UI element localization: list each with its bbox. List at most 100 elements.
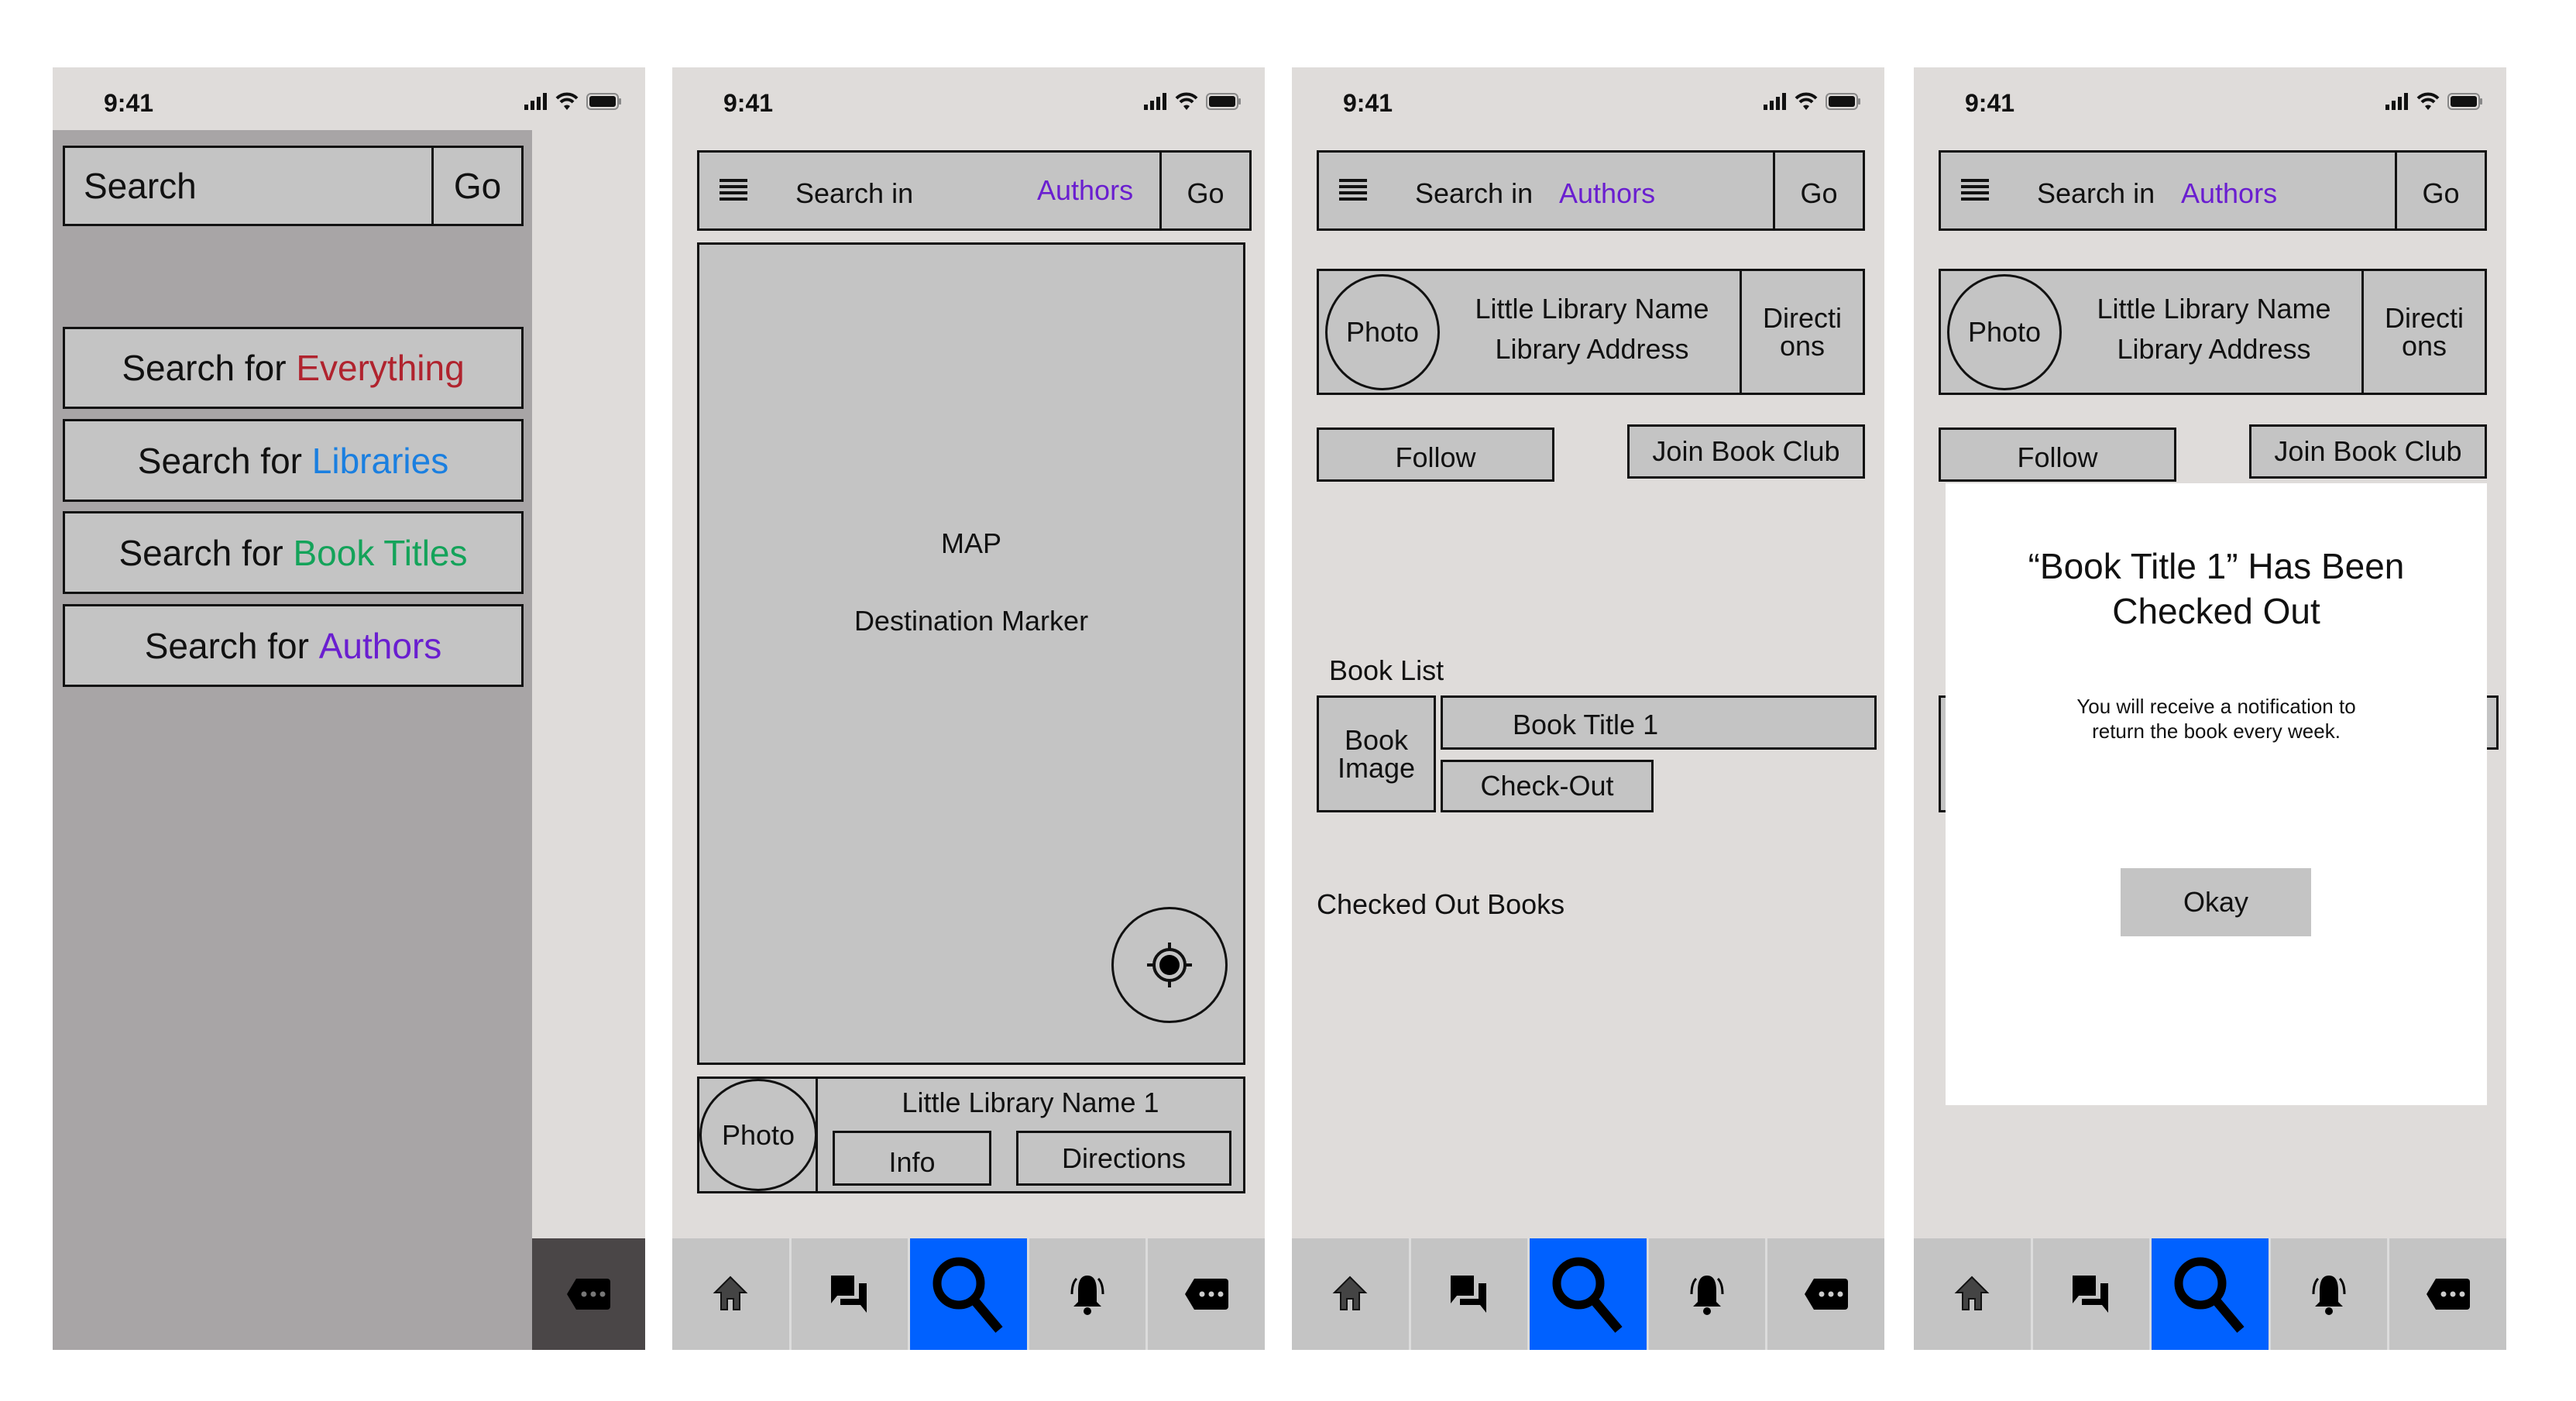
tab-notifications[interactable] (1648, 1238, 1768, 1350)
search-field[interactable]: Search Go (63, 146, 524, 226)
tab-more[interactable] (2389, 1238, 2506, 1350)
tab-home[interactable] (672, 1238, 792, 1350)
search-input-placeholder[interactable]: Search (84, 165, 197, 207)
photo-label: Photo (1967, 316, 2042, 348)
check-out-button[interactable]: Check-Out (1441, 760, 1654, 812)
library-address: Library Address (1495, 333, 1689, 365)
tab-notifications[interactable] (1029, 1238, 1149, 1350)
modal-title-line1: “Book Title 1” Has Been (2028, 546, 2405, 586)
cellular-signal-icon (524, 93, 547, 110)
bell-icon (1070, 1276, 1104, 1315)
tab-home[interactable] (1914, 1238, 2033, 1350)
option-prefix: Search for (118, 532, 294, 573)
tab-search[interactable] (1530, 1238, 1649, 1350)
tab-bar (1914, 1238, 2506, 1350)
status-icons (524, 92, 622, 111)
home-icon (1332, 1276, 1368, 1310)
join-book-club-label: Join Book Club (1652, 435, 1840, 467)
home-icon (1954, 1276, 1990, 1310)
search-in-label: Search in (1415, 177, 1534, 209)
okay-button[interactable]: Okay (2121, 868, 2311, 936)
search-scope-authors[interactable]: Authors (1559, 177, 1655, 210)
tab-search[interactable] (910, 1238, 1029, 1350)
go-button[interactable]: Go (1159, 153, 1249, 228)
go-button-label: Go (2422, 177, 2460, 209)
tab-bar (672, 1238, 1265, 1350)
battery-icon (586, 93, 621, 110)
bell-icon (2312, 1276, 2346, 1315)
checked-out-books-heading: Checked Out Books (1317, 888, 1565, 920)
library-photo: Photo (699, 1079, 817, 1191)
chat-bubbles-icon (2072, 1276, 2108, 1313)
directions-button[interactable]: Directions (1016, 1131, 1231, 1186)
tab-home[interactable] (1292, 1238, 1411, 1350)
search-scope-authors[interactable]: Authors (2181, 177, 2277, 210)
search-bar[interactable]: Search in Authors Go (697, 150, 1252, 231)
more-tag-icon (1804, 1279, 1848, 1310)
go-button[interactable]: Go (2395, 153, 2485, 228)
battery-icon (1826, 93, 1860, 110)
search-for-authors-button[interactable]: Search for Authors (63, 604, 524, 687)
status-time: 9:41 (1343, 89, 1393, 117)
search-bar[interactable]: Search in Authors Go (1939, 150, 2487, 231)
go-button[interactable]: Go (1773, 153, 1863, 228)
wifi-icon (2416, 92, 2440, 110)
tab-more[interactable] (1148, 1238, 1265, 1350)
directions-button-label: Directions (1061, 1142, 1187, 1174)
hamburger-menu-icon[interactable] (720, 179, 747, 202)
join-book-club-button[interactable]: Join Book Club (1627, 424, 1865, 479)
search-scope-authors[interactable]: Authors (1037, 174, 1133, 207)
library-name: Little Library Name (1475, 293, 1709, 324)
search-in-label: Search in (795, 177, 914, 209)
search-for-everything-button[interactable]: Search for Everything (63, 327, 524, 409)
directions-button[interactable]: Directi ons (1740, 271, 1863, 393)
hamburger-menu-icon[interactable] (1961, 179, 1989, 202)
library-photo: Photo (1325, 274, 1440, 390)
more-tag-icon (1184, 1279, 1228, 1310)
status-icons (1144, 92, 1242, 111)
okay-button-label: Okay (2183, 886, 2249, 918)
library-photo: Photo (1947, 274, 2062, 390)
phone-screen-search-menu: 9:41 Search Go Search for Everything Sea… (53, 67, 645, 1350)
tab-messages[interactable] (791, 1238, 911, 1350)
info-button[interactable]: Info (833, 1131, 991, 1186)
tab-messages[interactable] (1410, 1238, 1530, 1350)
tab-search[interactable] (2152, 1238, 2271, 1350)
tab-notifications[interactable] (2270, 1238, 2390, 1350)
directions-label-line2: ons (1779, 329, 1826, 362)
book-title: Book Title 1 (1513, 709, 1659, 740)
directions-button[interactable]: Directi ons (2361, 271, 2485, 393)
book-image-label-line2: Image (1337, 751, 1416, 784)
option-target-everything: Everything (296, 348, 465, 388)
follow-button[interactable]: Follow (1939, 428, 2176, 482)
tab-bar (1292, 1238, 1884, 1350)
directions-label-line2: ons (2401, 329, 2447, 362)
status-time: 9:41 (1965, 89, 2015, 117)
locate-me-button[interactable] (1111, 907, 1228, 1023)
join-book-club-button[interactable]: Join Book Club (2249, 424, 2487, 479)
book-title-row[interactable]: Book Title 1 (1441, 695, 1877, 750)
go-button[interactable]: Go (431, 148, 521, 224)
search-for-libraries-button[interactable]: Search for Libraries (63, 419, 524, 502)
library-address: Library Address (2117, 333, 2311, 365)
hamburger-menu-icon[interactable] (1339, 179, 1367, 202)
book-list-heading: Book List (1329, 654, 1444, 686)
more-button[interactable] (532, 1238, 645, 1350)
modal-body-line2: return the book every week. (2092, 719, 2341, 743)
more-tag-icon (567, 1279, 610, 1310)
go-button-label: Go (453, 166, 502, 206)
tab-more[interactable] (1767, 1238, 1884, 1350)
go-button-label: Go (1187, 177, 1224, 209)
library-preview-card[interactable]: Photo Little Library Name 1 Info Directi… (697, 1077, 1245, 1193)
tab-messages[interactable] (2032, 1238, 2152, 1350)
option-target-libraries: Libraries (311, 440, 449, 481)
follow-button[interactable]: Follow (1317, 428, 1554, 482)
search-bar[interactable]: Search in Authors Go (1317, 150, 1865, 231)
phone-screen-checkout-confirmation: 9:41 Search in Authors Go Photo Little L… (1914, 67, 2506, 1350)
directions-label-line1: Directi (1762, 301, 1842, 334)
option-target-authors: Authors (318, 625, 442, 666)
search-for-book-titles-button[interactable]: Search for Book Titles (63, 511, 524, 594)
wifi-icon (1175, 92, 1198, 110)
map-view[interactable]: MAP Destination Marker (697, 242, 1245, 1065)
search-icon (933, 1257, 1004, 1333)
